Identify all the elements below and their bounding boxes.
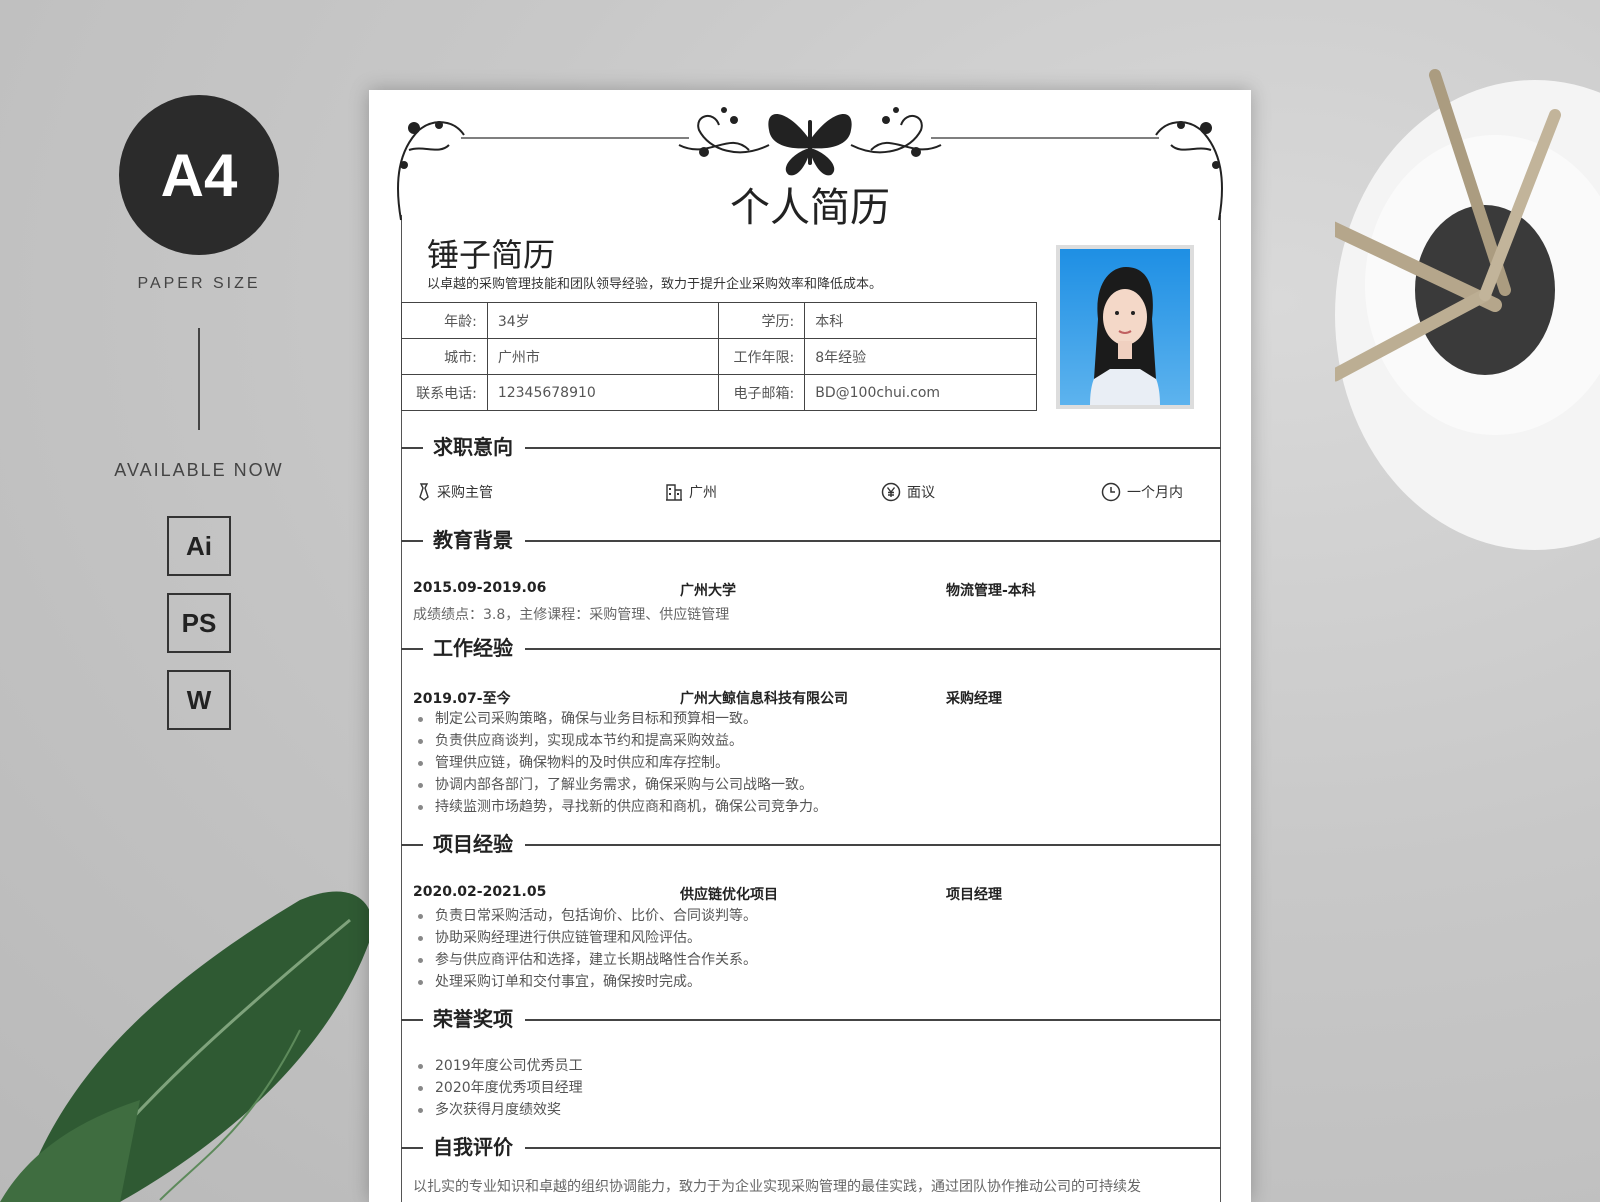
building-icon (666, 484, 682, 501)
project-role: 项目经理 (946, 887, 1002, 903)
candidate-name: 锤子简历 (427, 236, 556, 274)
education-label: 学历: (718, 302, 806, 339)
list-item: 持续监测市场趋势，寻找新的供应商和商机，确保公司竞争力。 (413, 796, 827, 818)
work-role: 采购经理 (946, 691, 1002, 707)
email-label: 电子邮箱: (718, 374, 806, 411)
paper-size-badge: A4 (119, 95, 279, 255)
section-self-evaluation: 自我评价 (401, 1133, 1221, 1163)
tie-icon (419, 483, 429, 501)
paper-size-label: PAPER SIZE (137, 275, 261, 292)
section-title: 项目经验 (423, 830, 525, 858)
intent-city: 广州 (665, 482, 717, 502)
section-title: 工作经验 (423, 634, 525, 662)
list-item: 处理采购订单和交付事宜，确保按时完成。 (413, 971, 757, 993)
section-title: 教育背景 (423, 526, 525, 554)
section-title: 求职意向 (423, 433, 525, 461)
list-item: 多次获得月度绩效奖 (413, 1099, 583, 1121)
profile-photo (1056, 245, 1194, 409)
phone-value: 12345678910 (486, 374, 720, 411)
education-value: 本科 (804, 302, 1037, 339)
list-item: 2019年度公司优秀员工 (413, 1055, 583, 1077)
intent-position: 采购主管 (417, 482, 493, 502)
section-job-intent: 求职意向 (401, 433, 1221, 463)
intent-salary-text: 面议 (907, 485, 935, 501)
section-title: 自我评价 (423, 1133, 525, 1161)
plant-leaf-decoration (0, 891, 373, 1202)
yen-icon (881, 482, 901, 502)
section-title: 荣誉奖项 (423, 1005, 525, 1033)
format-word-badge: W (167, 670, 231, 730)
available-now-label: AVAILABLE NOW (114, 460, 284, 480)
email-value: BD@100chui.com (804, 374, 1037, 411)
list-item: 参与供应商评估和选择，建立长期战略性合作关系。 (413, 949, 757, 971)
work-years-label: 工作年限: (718, 338, 806, 375)
work-period: 2019.07-至今 (413, 691, 511, 707)
education-detail: 成绩绩点：3.8，主修课程：采购管理、供应链管理 (413, 607, 730, 623)
format-ps-badge: PS (167, 593, 231, 653)
list-item: 负责日常采购活动，包括询价、比价、合同谈判等。 (413, 905, 757, 927)
work-company: 广州大鲸信息科技有限公司 (680, 691, 848, 707)
list-item: 协助采购经理进行供应链管理和风险评估。 (413, 927, 757, 949)
age-label: 年龄: (401, 302, 488, 339)
project-duties-list: 负责日常采购活动，包括询价、比价、合同谈判等。 协助采购经理进行供应链管理和风险… (413, 905, 757, 993)
project-period: 2020.02-2021.05 (413, 884, 547, 900)
section-education: 教育背景 (401, 526, 1221, 556)
clock-icon (1101, 482, 1121, 502)
honors-list: 2019年度公司优秀员工 2020年度优秀项目经理 多次获得月度绩效奖 (413, 1055, 583, 1121)
intent-city-text: 广州 (689, 485, 717, 501)
list-item: 负责供应商谈判，实现成本节约和提高采购效益。 (413, 730, 827, 752)
education-major: 物流管理-本科 (946, 583, 1036, 599)
candidate-slogan: 以卓越的采购管理技能和团队领导经验，致力于提升企业采购效率和降低成本。 (427, 277, 883, 292)
list-item: 制定公司采购策略，确保与业务目标和预算相一致。 (413, 708, 827, 730)
list-item: 2020年度优秀项目经理 (413, 1077, 583, 1099)
intent-position-text: 采购主管 (437, 485, 493, 501)
resume-page: 个人简历 锤子简历 以卓越的采购管理技能和团队领导经验，致力于提升企业采购效率和… (369, 90, 1251, 1202)
education-school: 广州大学 (680, 583, 736, 599)
self-evaluation-text: 以扎实的专业知识和卓越的组织协调能力，致力于为企业实现采购管理的最佳实践，通过团… (413, 1179, 1141, 1195)
city-label: 城市: (401, 338, 488, 375)
resume-title: 个人简历 (730, 185, 890, 231)
list-item: 协调内部各部门，了解业务需求，确保采购与公司战略一致。 (413, 774, 827, 796)
intent-arrival-text: 一个月内 (1127, 485, 1183, 501)
section-project: 项目经验 (401, 830, 1221, 860)
work-years-value: 8年经验 (804, 338, 1037, 375)
project-name: 供应链优化项目 (680, 887, 778, 903)
section-work: 工作经验 (401, 634, 1221, 664)
basic-info-table: 年龄: 34岁 学历: 本科 城市: 广州市 工作年限: 8年经验 联系电话: … (401, 302, 1037, 411)
format-ai-badge: Ai (167, 516, 231, 576)
education-period: 2015.09-2019.06 (413, 580, 547, 596)
divider (198, 328, 200, 430)
work-duties-list: 制定公司采购策略，确保与业务目标和预算相一致。 负责供应商谈判，实现成本节约和提… (413, 708, 827, 818)
age-value: 34岁 (486, 302, 720, 339)
intent-arrival: 一个月内 (1101, 482, 1183, 502)
intent-salary: 面议 (881, 482, 935, 502)
section-honors: 荣誉奖项 (401, 1005, 1221, 1035)
vase-decoration (1335, 69, 1600, 550)
phone-label: 联系电话: (401, 374, 488, 411)
list-item: 管理供应链，确保物料的及时供应和库存控制。 (413, 752, 827, 774)
city-value: 广州市 (486, 338, 720, 375)
